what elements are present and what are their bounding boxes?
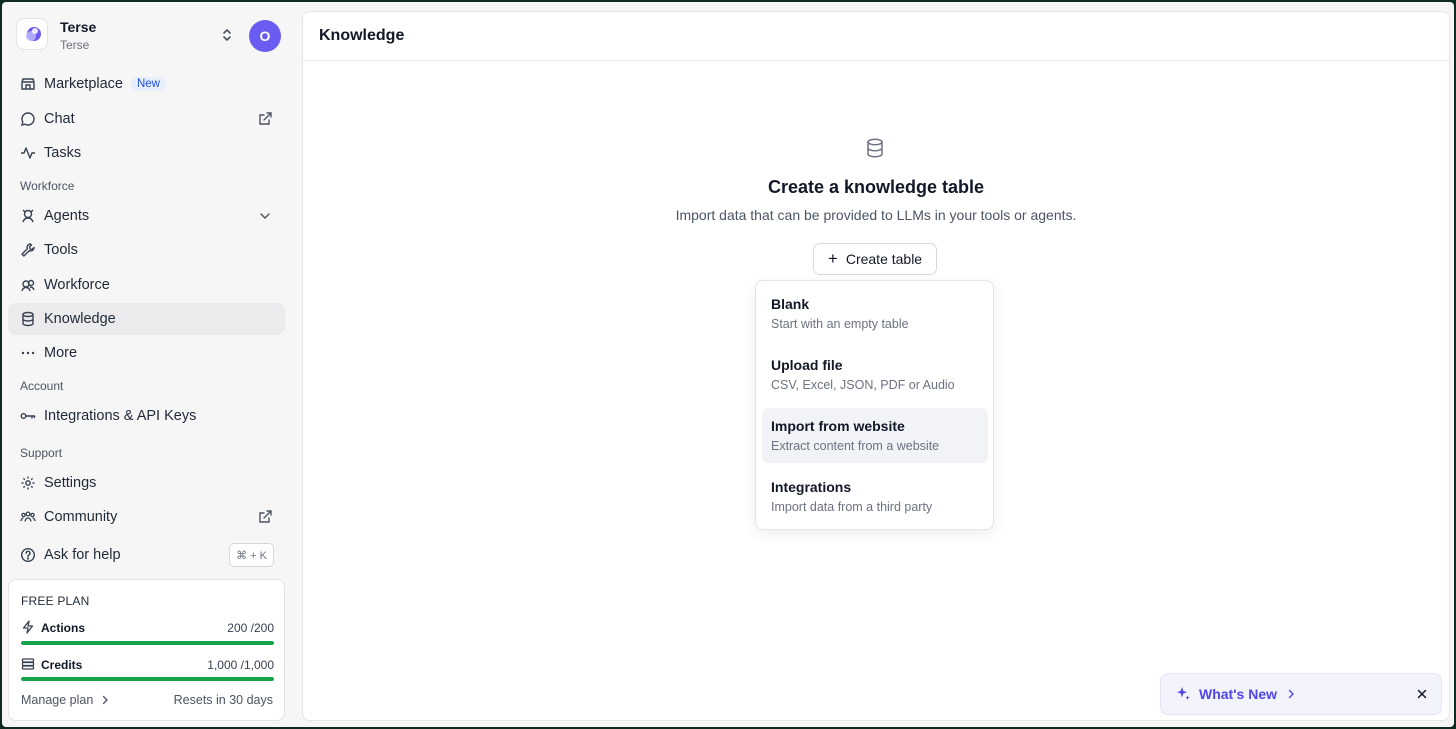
workspace-logo <box>16 18 48 50</box>
section-label-support: Support <box>20 446 63 460</box>
actions-meter: Actions 200 /200 <box>21 620 274 636</box>
sidebar-item-chat[interactable]: Chat <box>8 103 285 135</box>
credits-meter: Credits 1,000 /1,000 <box>21 657 274 673</box>
sidebar-item-community[interactable]: Community <box>8 501 285 533</box>
key-icon <box>20 408 36 424</box>
manage-plan-link[interactable]: Manage plan <box>21 693 111 707</box>
whats-new-label: What's New <box>1199 686 1278 702</box>
store-icon <box>20 76 36 92</box>
sidebar-item-knowledge[interactable]: Knowledge <box>8 303 285 335</box>
gear-icon <box>20 475 36 491</box>
database-icon <box>20 311 36 327</box>
sidebar-item-label: Knowledge <box>44 311 116 327</box>
sidebar-item-tools[interactable]: Tools <box>8 234 285 266</box>
manage-plan-label: Manage plan <box>21 693 94 707</box>
credits-label: Credits <box>41 658 83 672</box>
sidebar-item-more[interactable]: More <box>8 337 285 369</box>
plan-title: FREE PLAN <box>21 594 90 608</box>
activity-icon <box>20 145 36 161</box>
sidebar-item-tasks[interactable]: Tasks <box>8 137 285 169</box>
whats-new-banner: What's New <box>1160 673 1442 715</box>
sidebar-item-label: Marketplace <box>44 76 123 92</box>
credits-value: 1,000 /1,000 <box>207 658 274 672</box>
whats-new-link[interactable]: What's New <box>1175 686 1297 702</box>
actions-value: 200 /200 <box>227 621 274 635</box>
coins-icon <box>21 657 35 671</box>
sidebar-item-label: Community <box>44 509 118 525</box>
help-circle-icon <box>20 547 36 563</box>
sidebar-item-label: More <box>44 345 78 361</box>
menu-item-integrations[interactable]: Integrations Import data from a third pa… <box>762 469 988 524</box>
sidebar-item-label: Workforce <box>44 277 110 293</box>
sidebar-item-label: Agents <box>44 208 90 224</box>
actions-progress-fill <box>21 641 274 645</box>
workspace-name: Terse <box>60 19 97 35</box>
chevron-down-icon[interactable] <box>257 208 273 224</box>
plan-card: FREE PLAN Actions 200 /200 Credits 1,000… <box>8 579 285 721</box>
create-table-menu: Blank Start with an empty table Upload f… <box>755 280 994 530</box>
close-icon[interactable] <box>1415 687 1429 701</box>
database-icon <box>864 137 886 159</box>
menu-item-title: Blank <box>771 296 810 312</box>
section-label-account: Account <box>20 379 64 393</box>
menu-item-description: CSV, Excel, JSON, PDF or Audio <box>771 378 955 392</box>
avatar[interactable]: O <box>249 20 281 52</box>
app-frame: Terse Terse O Marketplace New Chat Tasks… <box>2 2 1454 727</box>
menu-item-blank[interactable]: Blank Start with an empty table <box>762 286 988 341</box>
plus-icon: + <box>827 249 838 268</box>
lightning-icon <box>21 620 35 634</box>
chat-bubble-icon <box>20 111 36 127</box>
actions-label: Actions <box>41 621 86 635</box>
plan-reset-text: Resets in 30 days <box>173 693 273 707</box>
create-table-button[interactable]: + Create table <box>813 243 937 275</box>
actions-progress-bar <box>21 641 274 645</box>
menu-item-description: Extract content from a website <box>771 439 940 453</box>
menu-item-upload-file[interactable]: Upload file CSV, Excel, JSON, PDF or Aud… <box>762 347 988 402</box>
workspace-subtitle: Terse <box>60 38 90 52</box>
sparkle-icon <box>1175 686 1191 702</box>
sidebar-item-marketplace[interactable]: Marketplace New <box>8 68 285 100</box>
menu-item-description: Start with an empty table <box>771 317 909 331</box>
sidebar-item-label: Tasks <box>44 145 82 161</box>
page-title: Knowledge <box>319 27 405 44</box>
sidebar-item-label: Integrations & API Keys <box>44 408 197 424</box>
menu-item-description: Import data from a third party <box>771 500 933 514</box>
sidebar-item-agents[interactable]: Agents <box>8 200 285 232</box>
sidebar: Terse Terse O Marketplace New Chat Tasks… <box>2 2 300 727</box>
chevron-right-icon <box>1285 688 1297 700</box>
empty-state-subtitle: Import data that can be provided to LLMs… <box>675 207 1077 223</box>
menu-item-import-from-website[interactable]: Import from website Extract content from… <box>762 408 988 463</box>
workspace-switcher[interactable]: Terse Terse O <box>16 18 286 54</box>
chevron-up-down-icon[interactable] <box>218 26 236 44</box>
menu-item-title: Import from website <box>771 418 905 434</box>
sidebar-item-label: Ask for help <box>44 547 121 563</box>
sidebar-item-label: Settings <box>44 475 97 491</box>
page-header: Knowledge <box>303 12 1449 61</box>
credits-progress-fill <box>21 677 274 681</box>
external-link-icon[interactable] <box>257 111 273 127</box>
menu-item-title: Integrations <box>771 479 852 495</box>
sidebar-item-ask-for-help[interactable]: Ask for help ⌘ + K <box>8 539 285 571</box>
section-label-workforce: Workforce <box>20 179 75 193</box>
create-table-label: Create table <box>845 251 923 267</box>
external-link-icon[interactable] <box>257 509 273 525</box>
new-badge: New <box>130 77 166 91</box>
more-dots-icon <box>20 345 36 361</box>
agent-icon <box>20 208 36 224</box>
chevron-right-icon <box>99 694 111 706</box>
wrench-icon <box>20 242 36 258</box>
community-icon <box>20 509 36 525</box>
workforce-icon <box>20 277 36 293</box>
sidebar-item-settings[interactable]: Settings <box>8 467 285 499</box>
menu-item-title: Upload file <box>771 357 843 373</box>
sidebar-item-label: Chat <box>44 111 75 127</box>
credits-progress-bar <box>21 677 274 681</box>
sidebar-item-integrations[interactable]: Integrations & API Keys <box>8 400 285 432</box>
keyboard-shortcut: ⌘ + K <box>229 543 274 567</box>
sidebar-item-workforce[interactable]: Workforce <box>8 269 285 301</box>
sidebar-item-label: Tools <box>44 242 78 258</box>
main-panel: Knowledge Create a knowledge table Impor… <box>302 11 1450 721</box>
empty-state-title: Create a knowledge table <box>767 177 985 197</box>
